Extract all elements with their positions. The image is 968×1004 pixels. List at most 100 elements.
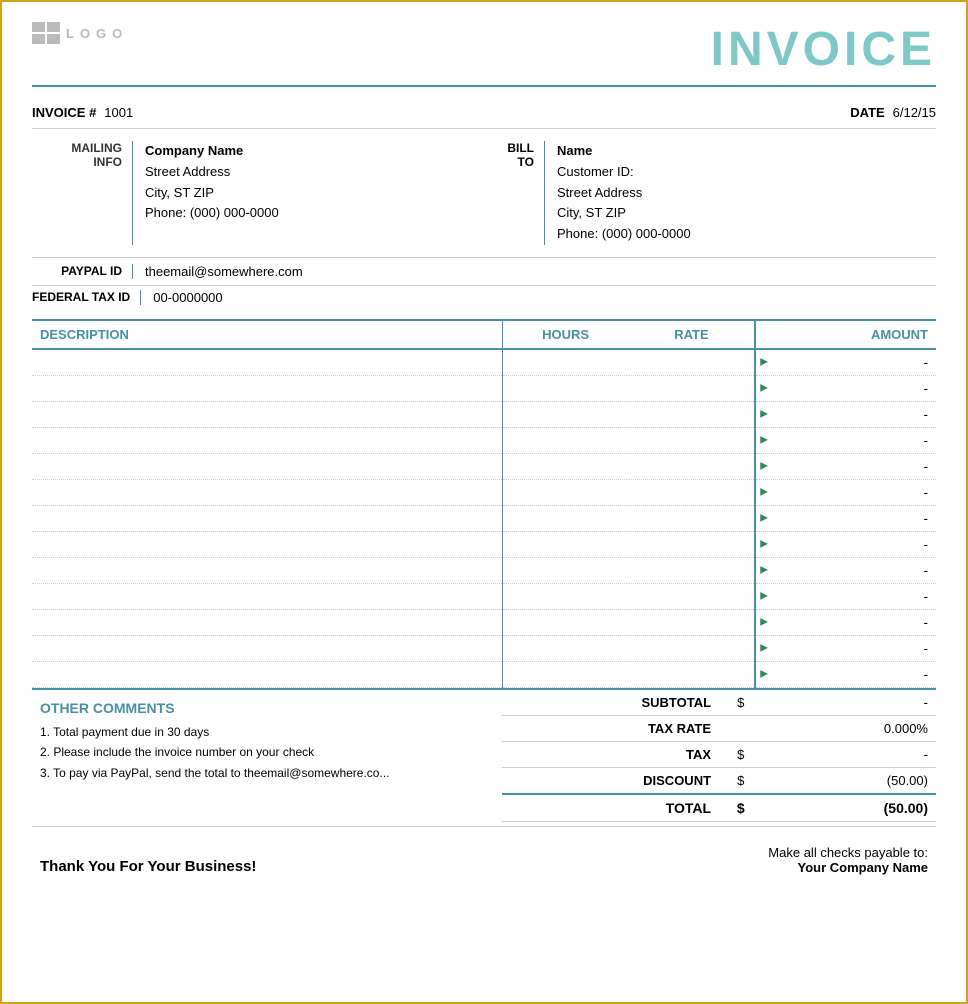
checks-payable-label: Make all checks payable to: xyxy=(768,845,928,860)
federal-tax-value: 00-0000000 xyxy=(140,290,222,305)
billing-column: BILL TO Name Customer ID: Street Address… xyxy=(484,141,936,245)
th-hours: HOURS xyxy=(502,320,629,349)
row-rate xyxy=(629,609,756,635)
table-row: ▶ - xyxy=(32,401,936,427)
table-row: ▶ - xyxy=(32,349,936,376)
row-rate xyxy=(629,531,756,557)
footer-divider xyxy=(32,826,936,827)
table-row: ▶ - xyxy=(32,427,936,453)
tax-rate-row: TAX RATE 0.000% xyxy=(502,715,936,741)
green-tick-icon: ▶ xyxy=(760,409,768,420)
comments-title: OTHER COMMENTS xyxy=(40,700,494,716)
comment-line: 1. Total payment due in 30 days xyxy=(40,722,494,742)
meta-left: INVOICE # 1001 xyxy=(32,105,133,120)
invoice-table-body: ▶ - ▶ - ▶ - ▶ - xyxy=(32,349,936,688)
table-row: ▶ - xyxy=(32,557,936,583)
table-header-row: DESCRIPTION HOURS RATE AMOUNT xyxy=(32,320,936,349)
row-hours xyxy=(502,635,629,661)
subtotal-label: SUBTOTAL xyxy=(502,690,719,716)
total-row: TOTAL $ (50.00) xyxy=(502,794,936,822)
totals-column: SUBTOTAL $ - TAX RATE 0.000% TAX $ - xyxy=(502,690,936,822)
invoice-table: DESCRIPTION HOURS RATE AMOUNT ▶ - ▶ - xyxy=(32,319,936,688)
tax-label: TAX xyxy=(502,741,719,767)
table-row: ▶ - xyxy=(32,479,936,505)
row-description xyxy=(32,557,502,583)
paypal-value: theemail@somewhere.com xyxy=(132,264,303,279)
green-tick-icon: ▶ xyxy=(760,539,768,550)
row-amount: ▶ - xyxy=(755,453,936,479)
row-description xyxy=(32,661,502,687)
date-label: DATE xyxy=(850,105,884,120)
discount-value: (50.00) xyxy=(762,767,936,794)
row-rate xyxy=(629,427,756,453)
bill-city: City, ST ZIP xyxy=(557,203,936,224)
row-amount: ▶ - xyxy=(755,505,936,531)
table-row: ▶ - xyxy=(32,453,936,479)
row-description xyxy=(32,505,502,531)
date-value: 6/12/15 xyxy=(893,105,936,120)
tax-rate-label: TAX RATE xyxy=(502,715,719,741)
row-hours xyxy=(502,375,629,401)
row-description xyxy=(32,609,502,635)
table-row: ▶ - xyxy=(32,531,936,557)
row-rate xyxy=(629,453,756,479)
row-rate xyxy=(629,505,756,531)
row-amount: ▶ - xyxy=(755,557,936,583)
mailing-street: Street Address xyxy=(145,162,484,183)
footer-right: Make all checks payable to: Your Company… xyxy=(768,845,928,875)
bill-phone: Phone: (000) 000-0000 xyxy=(557,224,936,245)
address-section: MAILING INFO Company Name Street Address… xyxy=(32,129,936,258)
mailing-company: Company Name xyxy=(145,141,484,162)
row-amount: ▶ - xyxy=(755,349,936,376)
row-description xyxy=(32,635,502,661)
row-hours xyxy=(502,557,629,583)
total-value: (50.00) xyxy=(762,794,936,822)
row-amount: ▶ - xyxy=(755,479,936,505)
row-rate xyxy=(629,349,756,376)
bill-to-label: BILL TO xyxy=(484,141,544,245)
mailing-city: City, ST ZIP xyxy=(145,183,484,204)
row-description xyxy=(32,453,502,479)
th-description: DESCRIPTION xyxy=(32,320,502,349)
invoice-footer: Thank You For Your Business! Make all ch… xyxy=(32,831,936,881)
row-rate xyxy=(629,401,756,427)
thank-you-text: Thank You For Your Business! xyxy=(40,858,256,875)
mailing-phone: Phone: (000) 000-0000 xyxy=(145,203,484,224)
table-row: ▶ - xyxy=(32,583,936,609)
table-row: ▶ - xyxy=(32,635,936,661)
meta-right: DATE 6/12/15 xyxy=(850,105,936,120)
row-amount: ▶ - xyxy=(755,531,936,557)
green-tick-icon: ▶ xyxy=(760,487,768,498)
logo-icon: LOGO xyxy=(32,22,128,44)
row-description xyxy=(32,401,502,427)
paypal-label: PAYPAL ID xyxy=(32,264,132,279)
subtotal-currency: $ xyxy=(719,690,762,716)
invoice-number-value: 1001 xyxy=(104,105,133,120)
invoice-page: LOGO INVOICE INVOICE # 1001 DATE 6/12/15… xyxy=(2,2,966,901)
table-row: ▶ - xyxy=(32,505,936,531)
total-label: TOTAL xyxy=(502,794,719,822)
green-tick-icon: ▶ xyxy=(760,617,768,628)
paypal-row: PAYPAL ID theemail@somewhere.com xyxy=(32,258,936,286)
row-description xyxy=(32,583,502,609)
invoice-number-label: INVOICE # xyxy=(32,105,96,120)
row-description xyxy=(32,479,502,505)
row-hours xyxy=(502,583,629,609)
summary-area: OTHER COMMENTS 1. Total payment due in 3… xyxy=(32,688,936,822)
row-hours xyxy=(502,401,629,427)
green-tick-icon: ▶ xyxy=(760,643,768,654)
federal-tax-label: FEDERAL TAX ID xyxy=(32,290,140,305)
bill-content: Name Customer ID: Street Address City, S… xyxy=(544,141,936,245)
tax-currency: $ xyxy=(719,741,762,767)
row-amount: ▶ - xyxy=(755,427,936,453)
green-tick-icon: ▶ xyxy=(760,565,768,576)
green-tick-icon: ▶ xyxy=(760,513,768,524)
table-row: ▶ - xyxy=(32,375,936,401)
meta-row: INVOICE # 1001 DATE 6/12/15 xyxy=(32,97,936,129)
row-description xyxy=(32,375,502,401)
footer-company-name: Your Company Name xyxy=(768,860,928,875)
discount-row: DISCOUNT $ (50.00) xyxy=(502,767,936,794)
th-amount: AMOUNT xyxy=(755,320,936,349)
green-tick-icon: ▶ xyxy=(760,435,768,446)
comment-line: 3. To pay via PayPal, send the total to … xyxy=(40,763,494,783)
